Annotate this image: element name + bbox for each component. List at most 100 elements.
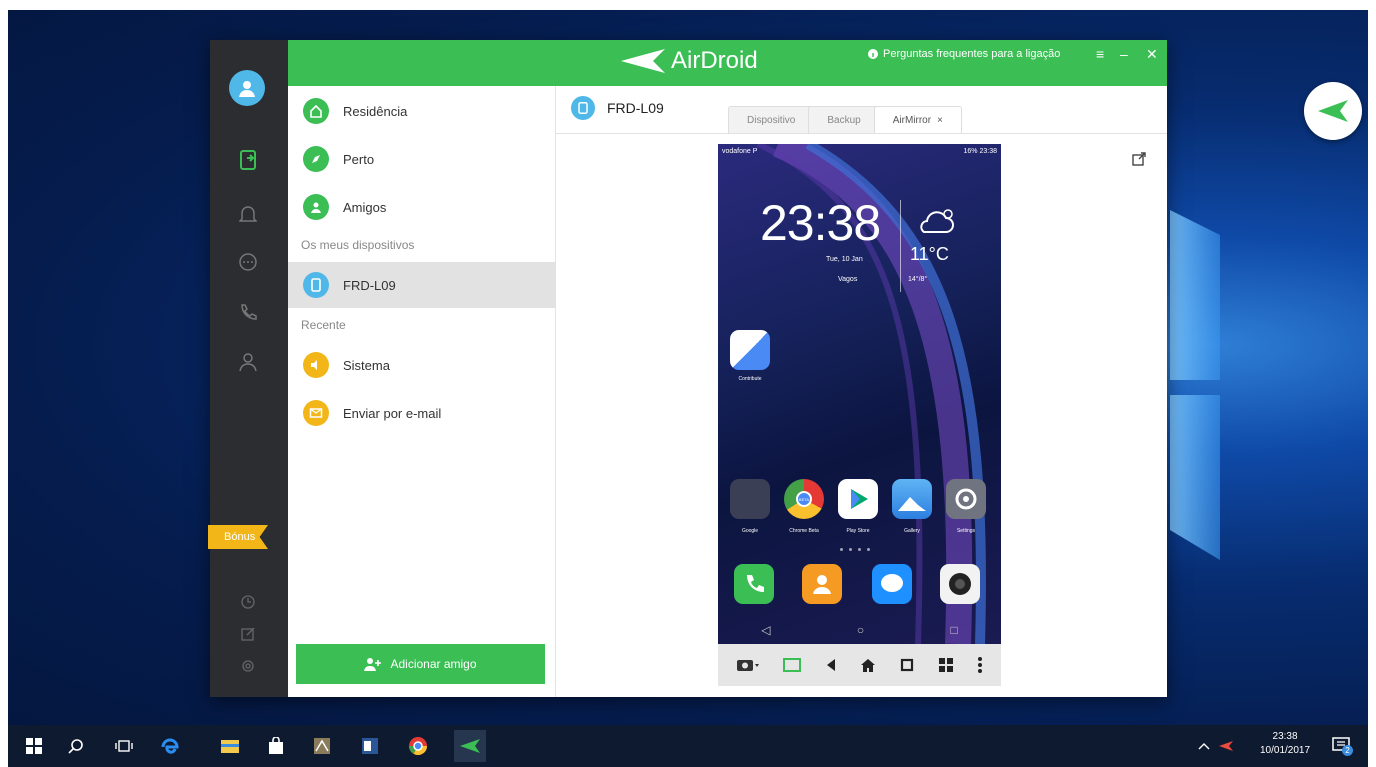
tray-chevron-icon[interactable] xyxy=(1192,734,1216,758)
status-right: 16% 23:38 xyxy=(963,148,997,155)
store-icon[interactable] xyxy=(264,734,288,758)
minimize-button[interactable]: – xyxy=(1120,46,1128,62)
bell-icon[interactable] xyxy=(236,202,260,226)
file-explorer-icon[interactable] xyxy=(218,734,242,758)
windows-start-icon[interactable] xyxy=(22,734,46,758)
tray-clock[interactable]: 23:38 10/01/2017 xyxy=(1260,730,1310,758)
menu-button[interactable]: ≡ xyxy=(1096,46,1104,62)
play-store-icon[interactable] xyxy=(838,479,878,519)
close-button[interactable]: ✕ xyxy=(1146,46,1158,63)
faq-link[interactable]: Perguntas frequentes para a ligação xyxy=(868,48,1060,60)
device-title: FRD-L09 xyxy=(607,100,664,116)
recent-item-email[interactable]: Enviar por e-mail xyxy=(288,390,556,436)
left-rail: Bónus xyxy=(208,40,288,697)
tray-airdroid-icon[interactable] xyxy=(1214,734,1238,758)
recents-nav-icon[interactable]: □ xyxy=(951,623,958,637)
device-tabs: Dispositivo Backup AirMirror × xyxy=(728,106,962,134)
speaker-icon xyxy=(303,352,329,378)
tab-device[interactable]: Dispositivo xyxy=(728,106,815,134)
app-label: Google xyxy=(741,528,759,534)
tab-close-icon[interactable]: × xyxy=(937,115,943,126)
tab-airmirror[interactable]: AirMirror × xyxy=(873,106,962,134)
recent-item-system[interactable]: Sistema xyxy=(288,342,556,388)
maps-app-icon[interactable] xyxy=(310,734,334,758)
page-dots xyxy=(840,548,870,551)
home-nav-icon[interactable]: ○ xyxy=(857,623,864,637)
phone-screen[interactable]: vodafone P 16% 23:38 23:38 Tue, 10 Jan V… xyxy=(718,144,1001,644)
back-nav-icon[interactable]: ◁ xyxy=(761,623,770,637)
mail-icon xyxy=(303,400,329,426)
recents-button-icon[interactable] xyxy=(900,658,914,672)
brand: AirDroid xyxy=(621,47,758,75)
chrome-beta-icon[interactable]: BETA xyxy=(784,479,824,519)
gallery-icon[interactable] xyxy=(892,479,932,519)
app-label: Play Store xyxy=(846,528,870,534)
file-transfer-icon[interactable] xyxy=(236,148,260,172)
google-folder-icon[interactable] xyxy=(730,479,770,519)
nav-item-label: Amigos xyxy=(343,199,387,215)
screenshot-icon[interactable] xyxy=(736,657,760,673)
tab-label: Backup xyxy=(827,115,861,126)
recent-label: Sistema xyxy=(343,357,390,373)
tab-label: AirMirror xyxy=(892,115,932,126)
chrome-icon[interactable] xyxy=(406,734,430,758)
popout-icon[interactable] xyxy=(1132,152,1146,171)
messages-app-icon[interactable] xyxy=(872,564,912,604)
apps-grid-icon[interactable] xyxy=(938,657,954,673)
nav-item-friends[interactable]: Amigos xyxy=(288,184,556,230)
task-view-icon[interactable] xyxy=(112,734,136,758)
section-devices: Os meus dispositivos xyxy=(301,238,415,252)
contacts-icon[interactable] xyxy=(236,350,260,374)
phone-clock: 23:38 xyxy=(760,195,881,251)
nav-item-home[interactable]: Residência xyxy=(288,88,556,134)
add-friend-button[interactable]: Adicionar amigo xyxy=(296,644,545,684)
airdroid-taskbar-icon[interactable] xyxy=(454,730,486,762)
phone-temperature: 11°C xyxy=(910,244,949,264)
edge-icon[interactable] xyxy=(158,734,182,758)
history-icon[interactable] xyxy=(236,590,260,614)
search-icon[interactable] xyxy=(64,734,88,758)
phone-icon xyxy=(303,272,329,298)
phone-mirror[interactable]: vodafone P 16% 23:38 23:38 Tue, 10 Jan V… xyxy=(718,144,1001,686)
more-icon[interactable] xyxy=(977,656,983,674)
phone-dialer-icon[interactable] xyxy=(734,564,774,604)
bonus-badge[interactable]: Bónus xyxy=(208,525,268,549)
device-label: FRD-L09 xyxy=(343,277,396,293)
home-button-icon[interactable] xyxy=(860,657,876,673)
tab-backup[interactable]: Backup xyxy=(808,106,880,134)
camera-app-icon[interactable] xyxy=(940,564,980,604)
settings-icon[interactable] xyxy=(236,654,260,678)
info-icon xyxy=(868,49,878,59)
message-icon[interactable] xyxy=(236,250,260,274)
back-button-icon[interactable] xyxy=(825,658,837,672)
phone-status-bar: vodafone P 16% 23:38 xyxy=(722,148,997,155)
keyboard-icon[interactable] xyxy=(783,657,802,673)
nav-item-nearby[interactable]: Perto xyxy=(288,136,556,182)
settings-app-icon[interactable] xyxy=(946,479,986,519)
action-center-icon[interactable]: 2 xyxy=(1330,734,1354,758)
airdroid-float-button[interactable] xyxy=(1304,82,1362,140)
windows-taskbar: 23:38 10/01/2017 2 xyxy=(8,725,1368,767)
compass-icon xyxy=(303,146,329,172)
call-icon[interactable] xyxy=(236,300,260,324)
tray-date: 10/01/2017 xyxy=(1260,745,1311,756)
edit-icon[interactable] xyxy=(236,622,260,646)
airdroid-logo-icon xyxy=(621,49,665,73)
app-label: Settings xyxy=(956,528,976,534)
screen-border-top xyxy=(0,0,1376,10)
tab-divider xyxy=(556,133,1167,134)
phone-location: Vagos xyxy=(838,276,858,283)
add-user-icon xyxy=(364,658,382,671)
avatar[interactable] xyxy=(229,70,265,106)
airdroid-window: Bónus AirDroid Perguntas frequentes para… xyxy=(208,40,1167,697)
recent-label: Enviar por e-mail xyxy=(343,405,442,421)
word-icon[interactable] xyxy=(358,734,382,758)
contribute-app-icon[interactable] xyxy=(730,330,770,370)
contacts-pane: Residência Perto Amigos Os meus disposit… xyxy=(288,86,556,697)
tray-time: 23:38 xyxy=(1272,731,1298,742)
device-panel: FRD-L09 Dispositivo Backup AirMirror × vo… xyxy=(556,86,1167,697)
device-item-frd-l09[interactable]: FRD-L09 xyxy=(288,262,556,308)
mirror-toolbar xyxy=(718,644,1001,686)
device-header: FRD-L09 xyxy=(571,96,664,120)
contacts-app-icon[interactable] xyxy=(802,564,842,604)
